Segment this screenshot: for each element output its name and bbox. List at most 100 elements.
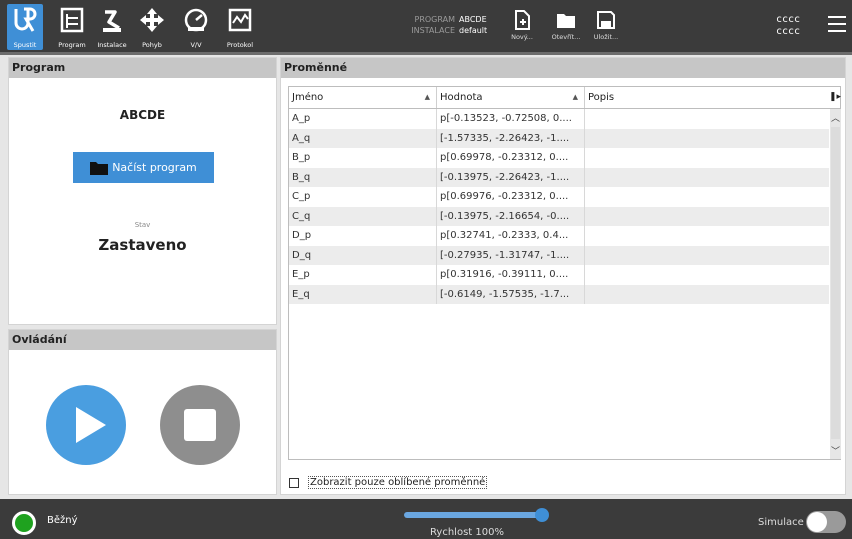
simulation-toggle[interactable] bbox=[806, 511, 846, 533]
cell-value: [-0.13975, -2.26423, -1.... bbox=[437, 167, 585, 187]
cell-description bbox=[585, 246, 830, 266]
speed-label: Rychlost 100% bbox=[430, 527, 504, 538]
move-arrows-icon bbox=[140, 8, 164, 32]
table-row[interactable]: C_p p[0.69976, -0.23312, 0.... bbox=[289, 187, 829, 207]
cell-description bbox=[585, 148, 830, 168]
variables-panel: Proměnné Jméno ▲ Hodnota ▲ Popis ❚▸ A_p p… bbox=[280, 57, 846, 495]
cell-value: [-0.27935, -1.31747, -1.... bbox=[437, 245, 585, 265]
table-row[interactable]: E_p p[0.31916, -0.39111, 0.... bbox=[289, 265, 829, 285]
column-header-description[interactable]: Popis bbox=[585, 87, 825, 108]
nav-install-label: Instalace bbox=[97, 41, 127, 49]
column-value-label: Hodnota bbox=[440, 92, 483, 103]
open-button-label: Otevřít... bbox=[551, 33, 581, 41]
top-bar-divider bbox=[0, 52, 852, 55]
load-program-button[interactable]: Načíst program bbox=[73, 152, 214, 183]
save-button-label: Uložit... bbox=[593, 33, 619, 41]
user-line-1: cccc bbox=[776, 14, 801, 25]
cell-description bbox=[585, 265, 830, 285]
speed-slider[interactable] bbox=[404, 512, 544, 518]
control-panel: Ovládání bbox=[8, 329, 277, 495]
user-info[interactable]: cccc cccc bbox=[776, 14, 800, 38]
nav-move-label: Pohyb bbox=[142, 41, 162, 49]
cell-description bbox=[585, 168, 830, 188]
table-row[interactable]: C_q [-0.13975, -2.16654, -0.... bbox=[289, 206, 830, 227]
hamburger-menu-icon[interactable] bbox=[828, 16, 846, 32]
table-row[interactable]: E_q [-0.6149, -1.57535, -1.7... bbox=[289, 284, 830, 305]
table-row[interactable]: A_q [-1.57335, -2.26423, -1.... bbox=[289, 128, 830, 149]
play-button[interactable] bbox=[46, 385, 126, 465]
column-description-label: Popis bbox=[588, 92, 615, 103]
cell-description bbox=[585, 129, 830, 149]
cell-value: [-0.6149, -1.57535, -1.7... bbox=[437, 284, 585, 304]
column-header-name[interactable]: Jméno ▲ bbox=[289, 87, 437, 108]
scrollbar-track[interactable] bbox=[831, 127, 840, 439]
nav-run-tab[interactable]: Spustit bbox=[7, 4, 43, 50]
open-button[interactable]: Otevřít... bbox=[546, 10, 586, 48]
sort-up-icon: ▲ bbox=[572, 93, 578, 101]
install-value: default bbox=[459, 26, 488, 35]
new-file-icon bbox=[515, 10, 530, 30]
nav-log-tab[interactable]: Protokol bbox=[220, 4, 260, 50]
state-label: Stav bbox=[134, 221, 151, 229]
table-row[interactable]: B_q [-0.13975, -2.26423, -1.... bbox=[289, 167, 830, 188]
state-value: Zastaveno bbox=[98, 236, 187, 254]
table-row[interactable]: A_p p[-0.13523, -0.72508, 0.... bbox=[289, 109, 829, 129]
program-value: ABCDE bbox=[459, 15, 487, 24]
nav-io-tab[interactable]: V/V bbox=[176, 4, 216, 50]
variables-table: Jméno ▲ Hodnota ▲ Popis ❚▸ A_p p[-0.13523… bbox=[288, 86, 841, 460]
folder-icon bbox=[90, 161, 109, 175]
cell-value: p[0.69976, -0.23312, 0.... bbox=[437, 187, 585, 207]
nav-move-tab[interactable]: Pohyb bbox=[132, 4, 172, 50]
speed-slider-handle[interactable] bbox=[535, 508, 549, 522]
scroll-down-icon[interactable]: ﹀ bbox=[830, 444, 841, 457]
nav-install-tab[interactable]: Instalace bbox=[92, 4, 132, 50]
cell-name: C_p bbox=[289, 187, 437, 207]
io-gauge-icon bbox=[184, 8, 208, 32]
nav-run-label: Spustit bbox=[13, 41, 37, 49]
program-panel-title: Program bbox=[9, 58, 276, 78]
simulation-label: Simulace bbox=[758, 517, 804, 528]
cell-description bbox=[585, 226, 830, 246]
cell-name: A_q bbox=[289, 128, 437, 148]
stop-icon bbox=[184, 409, 216, 441]
toggle-knob bbox=[807, 512, 827, 532]
cell-value: p[0.69978, -0.23312, 0.... bbox=[437, 148, 585, 168]
nav-program-tab[interactable]: Program bbox=[52, 4, 92, 50]
cell-description bbox=[585, 207, 830, 227]
vertical-scrollbar[interactable]: ︿ ﹀ bbox=[830, 109, 841, 459]
save-disk-icon bbox=[597, 11, 615, 29]
cell-name: D_p bbox=[289, 226, 437, 246]
cell-value: p[-0.13523, -0.72508, 0.... bbox=[437, 109, 585, 129]
program-name: ABCDE bbox=[119, 108, 166, 122]
program-panel: Program ABCDE Načíst program Stav Zastav… bbox=[8, 57, 277, 325]
log-chart-icon bbox=[228, 8, 252, 32]
column-expand-icon[interactable]: ❚▸ bbox=[829, 87, 841, 108]
nav-program-label: Program bbox=[58, 41, 86, 49]
mode-status-led-icon[interactable] bbox=[12, 511, 36, 535]
program-info: PROGRAM ABCDE INSTALACE default bbox=[395, 14, 487, 36]
favorites-only-label: Zobrazit pouze oblíbené proměnné bbox=[308, 476, 488, 489]
scroll-up-icon[interactable]: ︿ bbox=[830, 111, 841, 124]
save-button[interactable]: Uložit... bbox=[586, 10, 626, 48]
new-button[interactable]: Nový... bbox=[502, 10, 542, 48]
column-name-label: Jméno bbox=[292, 92, 324, 103]
cell-description bbox=[585, 187, 830, 207]
checkbox-box[interactable] bbox=[289, 477, 299, 488]
play-icon bbox=[76, 407, 106, 443]
sort-up-icon: ▲ bbox=[424, 93, 430, 101]
table-row[interactable]: D_p p[0.32741, -0.2333, 0.4... bbox=[289, 226, 829, 246]
top-bar: Spustit Program Instalace Pohyb V/V Prot… bbox=[0, 0, 852, 52]
cell-name: E_q bbox=[289, 284, 437, 304]
new-button-label: Nový... bbox=[511, 33, 533, 41]
table-row[interactable]: D_q [-0.27935, -1.31747, -1.... bbox=[289, 245, 830, 266]
load-program-label: Načíst program bbox=[112, 161, 197, 174]
column-header-value[interactable]: Hodnota ▲ bbox=[437, 87, 585, 108]
table-row[interactable]: B_p p[0.69978, -0.23312, 0.... bbox=[289, 148, 829, 168]
stop-button[interactable] bbox=[160, 385, 240, 465]
cell-description bbox=[585, 285, 830, 305]
favorites-only-checkbox[interactable]: Zobrazit pouze oblíbené proměnné bbox=[289, 476, 488, 489]
cell-value: p[0.31916, -0.39111, 0.... bbox=[437, 265, 585, 285]
program-tree-icon bbox=[60, 7, 84, 33]
cell-name: E_p bbox=[289, 265, 437, 285]
cell-name: A_p bbox=[289, 109, 437, 129]
